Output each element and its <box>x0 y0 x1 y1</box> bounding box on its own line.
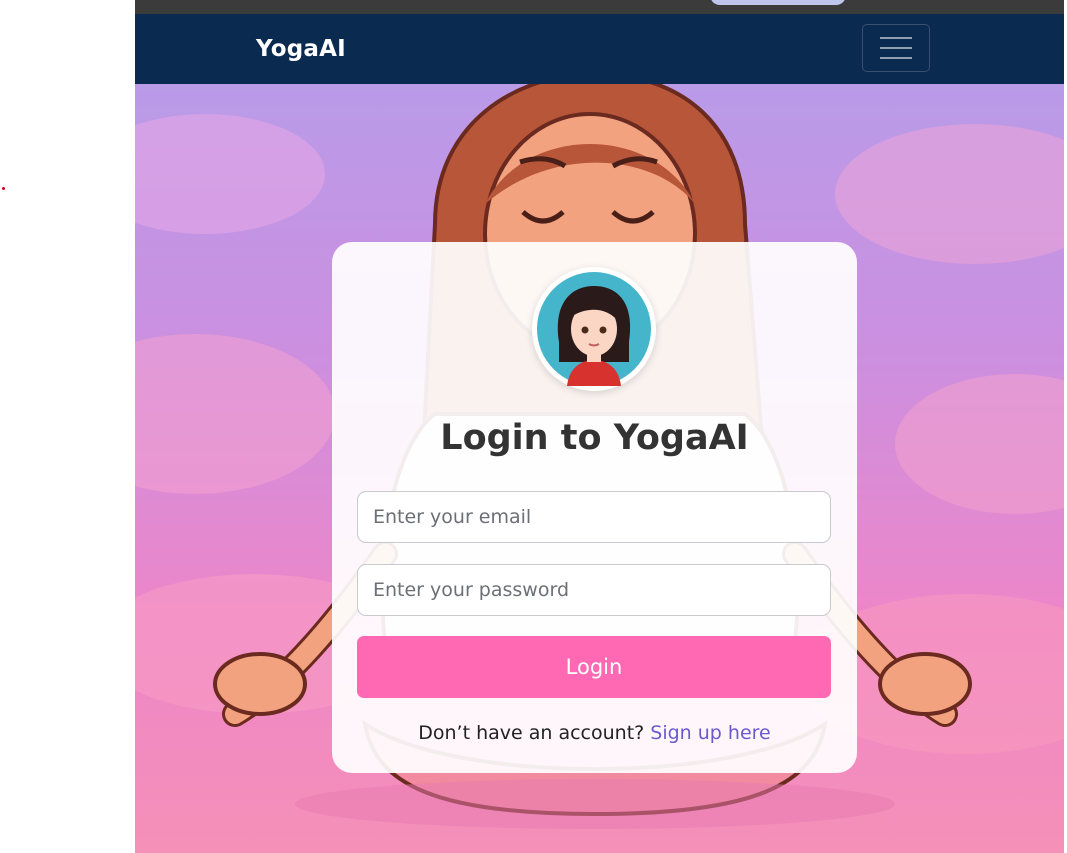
signup-link[interactable]: Sign up here <box>650 722 770 744</box>
user-avatar <box>532 267 656 391</box>
browser-viewport: YogaAI Login to YogaAI Enter your email … <box>135 0 1064 853</box>
email-field[interactable] <box>357 491 831 543</box>
hero-background: Login to YogaAI Login Don’t have an acco… <box>135 84 1064 853</box>
browser-top-strip <box>135 0 1064 14</box>
signup-prompt-text: Don’t have an account? <box>418 722 651 744</box>
login-card: Login to YogaAI Login Don’t have an acco… <box>332 242 857 773</box>
login-button[interactable]: Login <box>357 636 831 698</box>
hamburger-menu-icon[interactable] <box>862 24 930 72</box>
password-field[interactable] <box>357 564 831 616</box>
signup-prompt-row: Don’t have an account? Sign up here <box>332 722 857 744</box>
avatar-girl-icon <box>537 272 651 386</box>
stray-dot <box>2 187 5 190</box>
navbar-brand[interactable]: YogaAI <box>256 36 346 62</box>
browser-tab-pill[interactable] <box>710 0 846 5</box>
login-title: Login to YogaAI <box>440 418 749 458</box>
navbar: YogaAI <box>135 14 1064 84</box>
